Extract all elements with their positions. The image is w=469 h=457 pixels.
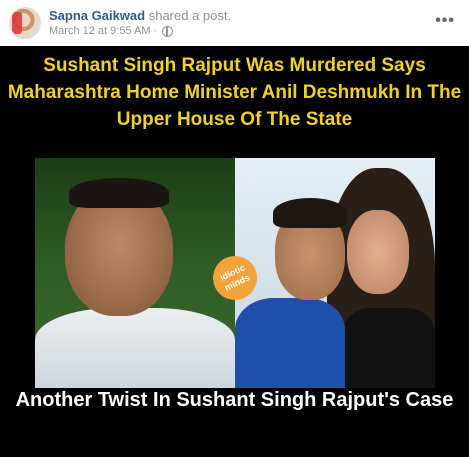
news-photo: idiotic minds [35,158,435,388]
more-options-icon[interactable]: ••• [435,12,455,30]
photo-left-man [35,158,235,388]
author-name[interactable]: Sapna Gaikwad [49,8,145,23]
post-header: Sapna Gaikwad shared a post. March 12 at… [0,0,469,46]
photo-right-couple [235,158,435,388]
logo-text: idiotic minds [218,262,252,293]
globe-icon[interactable] [162,25,174,37]
avatar[interactable] [9,7,41,39]
man-hair [69,178,169,208]
woman-face [347,210,409,294]
woman-top [343,308,435,388]
meta-separator: · [153,25,158,37]
post-title-line: Sapna Gaikwad shared a post. [49,8,231,23]
post-meta: March 12 at 9:55 AM · [49,25,174,37]
image-headline: Sushant Singh Rajput Was Murdered Says M… [7,55,462,130]
post-action-text: shared a post. [148,8,232,23]
image-caption: Another Twist In Sushant Singh Rajput's … [15,389,454,411]
man-blue-shirt [235,298,345,388]
post-image[interactable]: Sushant Singh Rajput Was Murdered Says M… [0,46,469,457]
shared-post: Sapna Gaikwad shared a post. March 12 at… [0,0,469,457]
man-shirt [35,308,235,388]
man-dark-hair [273,198,347,228]
post-timestamp[interactable]: March 12 at 9:55 AM [49,25,151,37]
